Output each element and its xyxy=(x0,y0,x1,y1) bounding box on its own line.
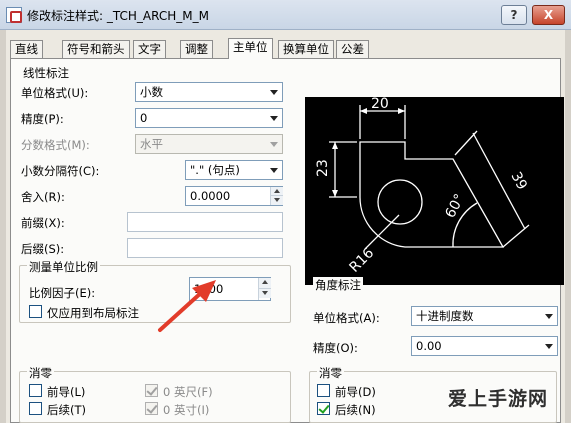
spin-down-icon[interactable] xyxy=(259,289,271,298)
spin-down-icon[interactable] xyxy=(271,196,283,205)
preview-hole xyxy=(377,179,423,225)
preview-label-left: 23 xyxy=(315,159,331,177)
leading-zero-checkbox[interactable] xyxy=(29,384,42,397)
angular-trailing-zero-checkbox[interactable] xyxy=(317,402,330,415)
tab-primary-units[interactable]: 主单位 xyxy=(228,38,273,59)
preview-radius-leader xyxy=(364,214,400,250)
title-bar: 修改标注样式: _TCH_ARCH_M_M ? X xyxy=(0,0,571,30)
linear-group-title: 线性标注 xyxy=(21,65,71,81)
tab-symbols-arrows[interactable]: 符号和箭头 xyxy=(62,40,130,58)
angular-trailing-zero-label: 后续(N) xyxy=(335,403,376,417)
angular-unit-format-label: 单位格式(A): xyxy=(313,311,380,325)
chevron-down-icon xyxy=(270,116,278,121)
scale-factor-label: 比例因子(E): xyxy=(29,286,96,300)
prefix-label: 前缀(X): xyxy=(21,216,65,230)
layout-only-checkbox[interactable] xyxy=(29,305,42,318)
zero-feet-label: 0 英尺(F) xyxy=(163,385,213,399)
annotation-arrow-shaft xyxy=(158,290,204,332)
precision-select[interactable]: 0 xyxy=(135,108,283,128)
decimal-separator-label: 小数分隔符(C): xyxy=(21,164,100,178)
dialog-body: 直线 符号和箭头 文字 调整 主单位 换算单位 公差 线性标注 单位格式(U):… xyxy=(6,30,565,423)
preview-label-top: 20 xyxy=(371,97,389,112)
suffix-input[interactable] xyxy=(127,238,283,258)
angular-group-title: 角度标注 xyxy=(313,277,363,293)
decimal-separator-value: "." (句点) xyxy=(190,163,240,177)
chevron-down-icon xyxy=(270,142,278,147)
scale-group-title: 测量单位比例 xyxy=(27,259,100,275)
angular-leading-zero-label: 前导(D) xyxy=(335,385,376,399)
zero-inches-checkbox[interactable] xyxy=(145,402,158,415)
zero-suppression-angular-title: 消零 xyxy=(317,365,344,381)
angular-leading-zero-checkbox[interactable] xyxy=(317,384,330,397)
chevron-down-icon xyxy=(545,314,553,319)
tab-lines[interactable]: 直线 xyxy=(10,40,43,58)
preview-outline xyxy=(359,141,505,248)
precision-value: 0 xyxy=(140,111,148,125)
leading-zero-label: 前导(L) xyxy=(47,385,86,399)
help-button[interactable]: ? xyxy=(501,5,527,25)
unit-format-select[interactable]: 小数 xyxy=(135,82,283,102)
angular-precision-value: 0.00 xyxy=(416,339,442,353)
tab-tolerances[interactable]: 公差 xyxy=(336,40,369,58)
annotation-arrow xyxy=(158,280,216,332)
primary-units-panel: 线性标注 单位格式(U): 小数 精度(P): 0 分数格式(M): 水平 小数… xyxy=(10,58,564,423)
app-icon xyxy=(6,7,22,23)
fraction-format-value: 水平 xyxy=(140,137,163,151)
angular-precision-label: 精度(O): xyxy=(313,341,358,355)
chevron-down-icon xyxy=(270,168,278,173)
tab-fit[interactable]: 调整 xyxy=(180,40,213,58)
prefix-input[interactable] xyxy=(127,212,283,232)
unit-format-label: 单位格式(U): xyxy=(21,86,89,100)
round-off-spinner[interactable] xyxy=(270,187,283,205)
precision-label: 精度(P): xyxy=(21,112,64,126)
round-off-input[interactable]: 0.0000 xyxy=(185,186,283,206)
angular-precision-select[interactable]: 0.00 xyxy=(411,336,558,356)
tab-text[interactable]: 文字 xyxy=(133,40,166,58)
preview-label-angle: 60° xyxy=(442,191,468,220)
tab-alternate-units[interactable]: 换算单位 xyxy=(278,40,334,58)
trailing-zero-label: 后续(T) xyxy=(47,403,86,417)
angular-unit-format-select[interactable]: 十进制度数 xyxy=(411,306,558,326)
round-off-value: 0.0000 xyxy=(190,189,231,203)
unit-format-value: 小数 xyxy=(140,85,163,99)
watermark: 爱上手游网 xyxy=(448,388,549,410)
round-off-label: 舍入(R): xyxy=(21,190,65,204)
close-button[interactable]: X xyxy=(532,5,565,25)
layout-only-label: 仅应用到布局标注 xyxy=(47,306,139,320)
chevron-down-icon xyxy=(545,344,553,349)
angular-unit-format-value: 十进制度数 xyxy=(416,309,474,323)
preview-label-radius: R16 xyxy=(347,245,378,276)
dimension-preview: 20 23 39 60° R16 xyxy=(305,96,564,285)
trailing-zero-checkbox[interactable] xyxy=(29,402,42,415)
spin-up-icon[interactable] xyxy=(259,278,271,289)
chevron-down-icon xyxy=(270,90,278,95)
zero-inches-label: 0 英寸(I) xyxy=(163,403,210,417)
zero-suppression-linear-title: 消零 xyxy=(27,365,54,381)
scale-factor-spinner[interactable] xyxy=(258,278,271,300)
preview-label-right: 39 xyxy=(507,169,529,192)
window-title: 修改标注样式: _TCH_ARCH_M_M xyxy=(27,9,209,23)
fraction-format-label: 分数格式(M): xyxy=(21,138,90,152)
preview-drawing: 20 23 39 60° R16 xyxy=(315,96,530,276)
spin-up-icon[interactable] xyxy=(271,187,283,196)
suffix-label: 后缀(S): xyxy=(21,242,65,256)
zero-feet-checkbox[interactable] xyxy=(145,384,158,397)
fraction-format-select[interactable]: 水平 xyxy=(135,134,283,154)
decimal-separator-select[interactable]: "." (句点) xyxy=(185,160,283,180)
